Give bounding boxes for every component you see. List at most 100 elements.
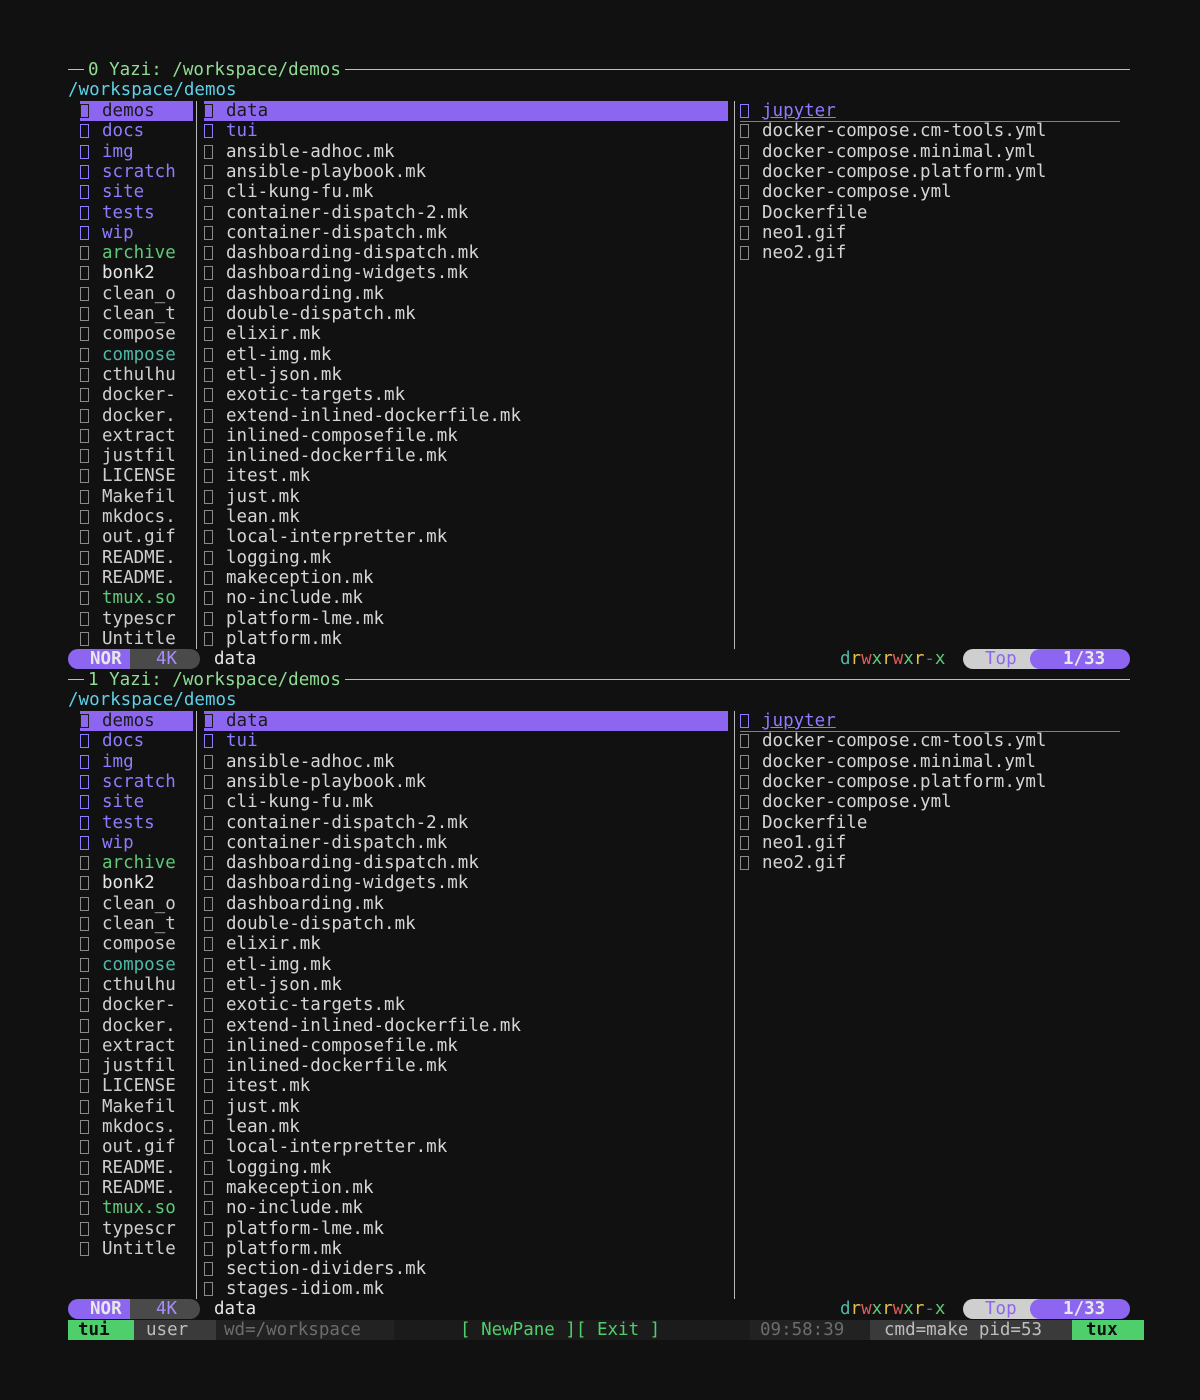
parent-list-item[interactable]: typescr bbox=[80, 609, 193, 629]
preview-list-item[interactable]: docker-compose.yml bbox=[740, 792, 1120, 812]
preview-list-item[interactable]: docker-compose.platform.yml bbox=[740, 162, 1120, 182]
file-list-item[interactable]: data bbox=[204, 101, 728, 122]
parent-list-item[interactable]: justfil bbox=[80, 446, 193, 466]
parent-list-item[interactable]: extract bbox=[80, 426, 193, 446]
parent-list-item[interactable]: justfil bbox=[80, 1056, 193, 1076]
file-list-item[interactable]: ansible-adhoc.mk bbox=[204, 142, 728, 162]
parent-list-item[interactable]: compose bbox=[80, 934, 193, 954]
file-list-item[interactable]: local-interpretter.mk bbox=[204, 1137, 728, 1157]
file-list-item[interactable]: exotic-targets.mk bbox=[204, 385, 728, 405]
parent-list-item[interactable]: tmux.so bbox=[80, 1198, 193, 1218]
tmux-session[interactable]: tui bbox=[68, 1320, 134, 1340]
parent-list-item[interactable]: mkdocs. bbox=[80, 1117, 193, 1137]
preview-list-item[interactable]: docker-compose.cm-tools.yml bbox=[740, 121, 1120, 141]
file-list-item[interactable]: platform.mk bbox=[204, 1239, 728, 1259]
file-list-item[interactable]: container-dispatch-2.mk bbox=[204, 813, 728, 833]
parent-list-item[interactable]: demos bbox=[80, 711, 193, 732]
file-list-item[interactable]: container-dispatch.mk bbox=[204, 223, 728, 243]
preview-list-item[interactable]: docker-compose.minimal.yml bbox=[740, 142, 1120, 162]
preview-list-item[interactable]: jupyter bbox=[740, 711, 1120, 733]
file-list-item[interactable]: tui bbox=[204, 121, 728, 141]
file-list-item[interactable]: extend-inlined-dockerfile.mk bbox=[204, 1016, 728, 1036]
parent-list-item[interactable]: archive bbox=[80, 243, 193, 263]
file-list-item[interactable]: ansible-playbook.mk bbox=[204, 772, 728, 792]
file-list-item[interactable]: etl-json.mk bbox=[204, 975, 728, 995]
file-list-item[interactable]: lean.mk bbox=[204, 507, 728, 527]
file-list-item[interactable]: inlined-composefile.mk bbox=[204, 426, 728, 446]
parent-list-item[interactable]: extract bbox=[80, 1036, 193, 1056]
file-list-item[interactable]: logging.mk bbox=[204, 1158, 728, 1178]
file-list-item[interactable]: no-include.mk bbox=[204, 588, 728, 608]
parent-list-item[interactable]: site bbox=[80, 182, 193, 202]
parent-list-item[interactable]: demos bbox=[80, 101, 193, 122]
file-list-item[interactable]: tui bbox=[204, 731, 728, 751]
file-list-item[interactable]: just.mk bbox=[204, 487, 728, 507]
file-list-item[interactable]: dashboarding-dispatch.mk bbox=[204, 853, 728, 873]
parent-list-item[interactable]: README. bbox=[80, 1178, 193, 1198]
file-list-item[interactable]: stages-idiom.mk bbox=[204, 1279, 728, 1299]
preview-list-item[interactable]: neo2.gif bbox=[740, 853, 1120, 873]
parent-list-item[interactable]: docs bbox=[80, 731, 193, 751]
parent-list-item[interactable]: clean_t bbox=[80, 914, 193, 934]
parent-list-item[interactable]: tests bbox=[80, 813, 193, 833]
preview-list-item[interactable]: docker-compose.yml bbox=[740, 182, 1120, 202]
parent-list-item[interactable]: Makefil bbox=[80, 1097, 193, 1117]
parent-list-item[interactable]: clean_t bbox=[80, 304, 193, 324]
parent-list-item[interactable]: docker- bbox=[80, 385, 193, 405]
tmux-window-actions[interactable]: [ NewPane ][ Exit ] bbox=[460, 1320, 660, 1340]
preview-list-item[interactable]: Dockerfile bbox=[740, 813, 1120, 833]
parent-list-item[interactable]: site bbox=[80, 792, 193, 812]
preview-list-item[interactable]: jupyter bbox=[740, 101, 1120, 123]
parent-list-item[interactable]: README. bbox=[80, 1158, 193, 1178]
parent-list-item[interactable]: tests bbox=[80, 203, 193, 223]
parent-list-item[interactable]: docker. bbox=[80, 406, 193, 426]
parent-list-item[interactable]: Untitle bbox=[80, 1239, 193, 1259]
preview-list-item[interactable]: docker-compose.platform.yml bbox=[740, 772, 1120, 792]
parent-list-item[interactable]: bonk2 bbox=[80, 263, 193, 283]
file-list-item[interactable]: platform.mk bbox=[204, 629, 728, 649]
file-list-item[interactable]: dashboarding.mk bbox=[204, 284, 728, 304]
file-list-item[interactable]: etl-img.mk bbox=[204, 955, 728, 975]
file-list-item[interactable]: inlined-composefile.mk bbox=[204, 1036, 728, 1056]
parent-list-item[interactable]: out.gif bbox=[80, 527, 193, 547]
file-list-item[interactable]: cli-kung-fu.mk bbox=[204, 182, 728, 202]
parent-list-item[interactable]: cthulhu bbox=[80, 365, 193, 385]
parent-list-item[interactable]: docker- bbox=[80, 995, 193, 1015]
file-list-item[interactable]: ansible-playbook.mk bbox=[204, 162, 728, 182]
file-list-item[interactable]: platform-lme.mk bbox=[204, 609, 728, 629]
file-list-item[interactable]: section-dividers.mk bbox=[204, 1259, 728, 1279]
preview-list-item[interactable]: neo2.gif bbox=[740, 243, 1120, 263]
parent-list-item[interactable]: docs bbox=[80, 121, 193, 141]
preview-list-item[interactable]: neo1.gif bbox=[740, 223, 1120, 243]
file-list-item[interactable]: data bbox=[204, 711, 728, 732]
parent-list-item[interactable]: compose bbox=[80, 345, 193, 365]
file-list-item[interactable]: inlined-dockerfile.mk bbox=[204, 446, 728, 466]
file-list-item[interactable]: dashboarding-widgets.mk bbox=[204, 873, 728, 893]
file-list-item[interactable]: makeception.mk bbox=[204, 568, 728, 588]
file-list-item[interactable]: container-dispatch.mk bbox=[204, 833, 728, 853]
parent-list-item[interactable]: bonk2 bbox=[80, 873, 193, 893]
parent-list-item[interactable]: clean_o bbox=[80, 894, 193, 914]
parent-list-item[interactable]: img bbox=[80, 142, 193, 162]
parent-list-item[interactable]: LICENSE bbox=[80, 1076, 193, 1096]
file-list-item[interactable]: dashboarding-dispatch.mk bbox=[204, 243, 728, 263]
parent-list-item[interactable]: Untitle bbox=[80, 629, 193, 649]
file-list-item[interactable]: inlined-dockerfile.mk bbox=[204, 1056, 728, 1076]
file-list-item[interactable]: dashboarding.mk bbox=[204, 894, 728, 914]
parent-list-item[interactable]: README. bbox=[80, 548, 193, 568]
file-list-item[interactable]: elixir.mk bbox=[204, 934, 728, 954]
parent-list-item[interactable]: compose bbox=[80, 324, 193, 344]
parent-list-item[interactable]: wip bbox=[80, 223, 193, 243]
parent-list-item[interactable]: cthulhu bbox=[80, 975, 193, 995]
parent-list-item[interactable]: mkdocs. bbox=[80, 507, 193, 527]
file-list-item[interactable]: platform-lme.mk bbox=[204, 1219, 728, 1239]
preview-list-item[interactable]: neo1.gif bbox=[740, 833, 1120, 853]
file-list-item[interactable]: double-dispatch.mk bbox=[204, 914, 728, 934]
file-list-item[interactable]: ansible-adhoc.mk bbox=[204, 752, 728, 772]
parent-list-item[interactable]: scratch bbox=[80, 772, 193, 792]
parent-list-item[interactable]: LICENSE bbox=[80, 466, 193, 486]
parent-list-item[interactable]: wip bbox=[80, 833, 193, 853]
parent-list-item[interactable]: scratch bbox=[80, 162, 193, 182]
preview-list-item[interactable]: docker-compose.cm-tools.yml bbox=[740, 731, 1120, 751]
file-list-item[interactable]: extend-inlined-dockerfile.mk bbox=[204, 406, 728, 426]
